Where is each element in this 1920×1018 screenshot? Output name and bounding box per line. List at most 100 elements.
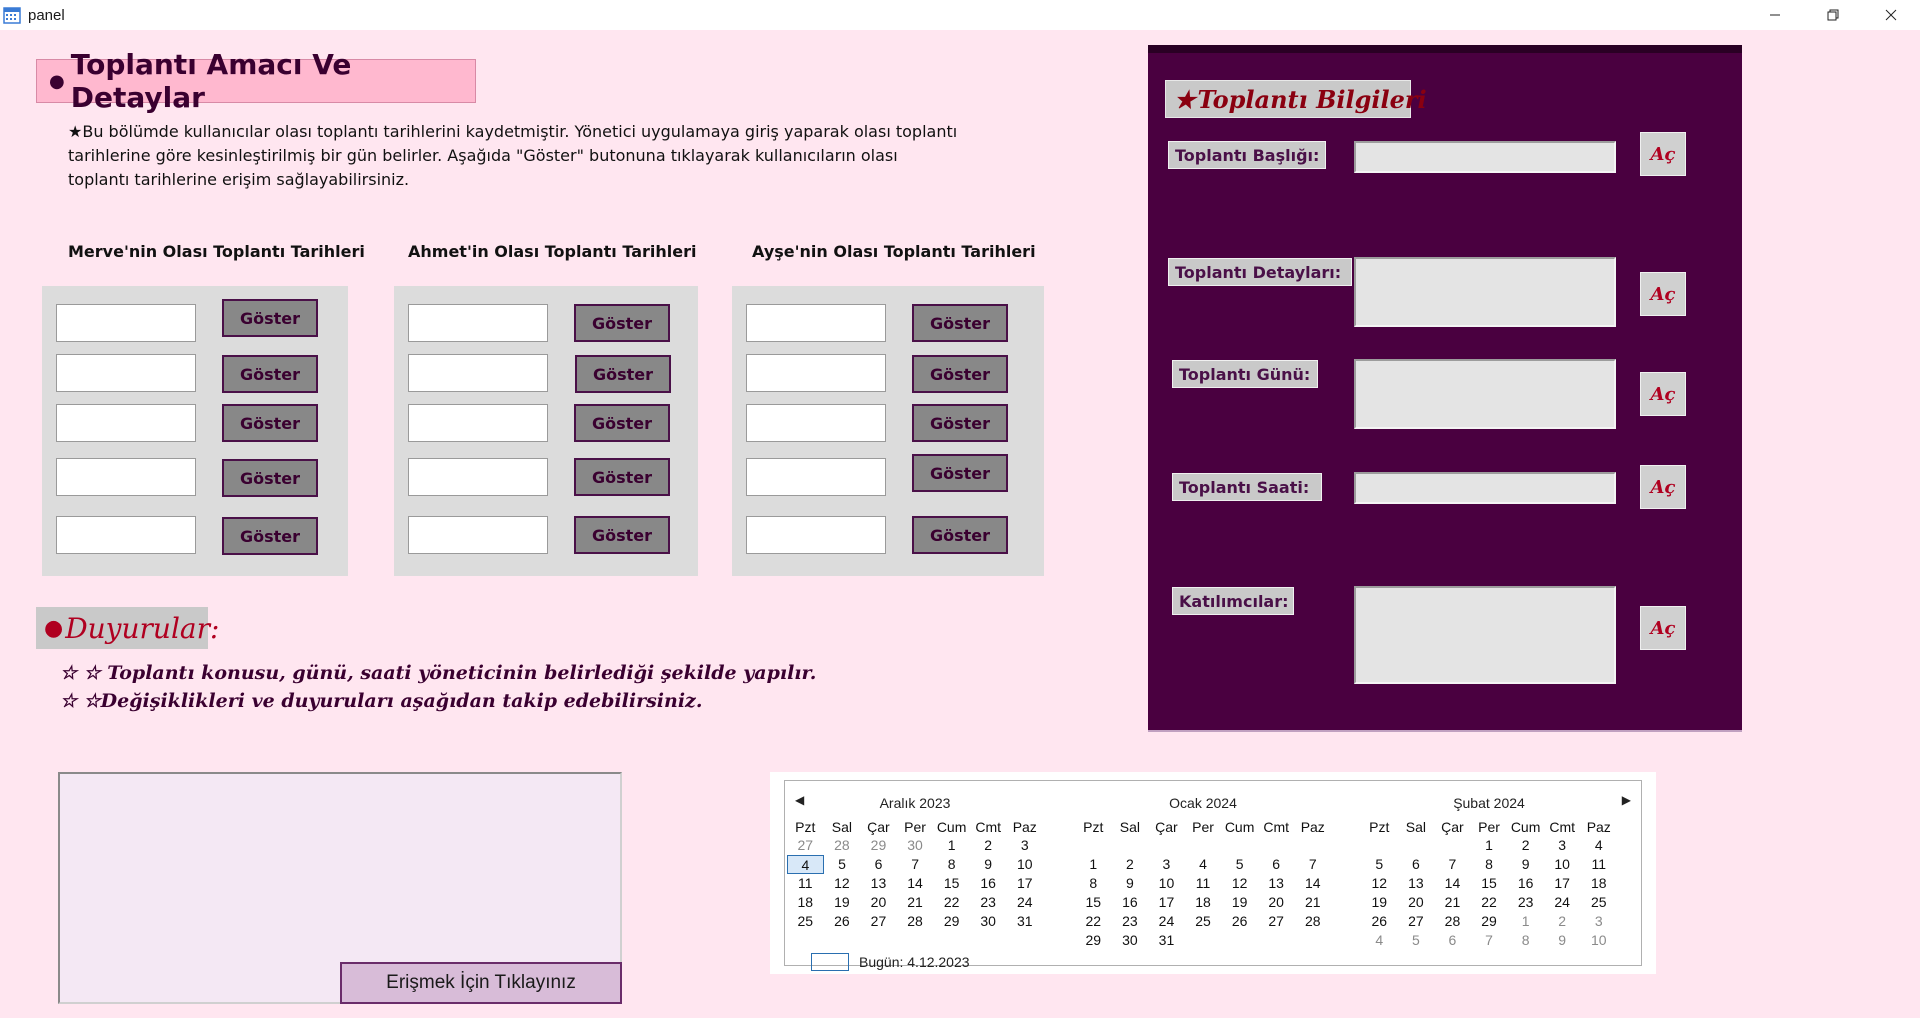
calendar-day[interactable]: 3 (1544, 836, 1581, 855)
month-title[interactable]: Şubat 2024 (1361, 795, 1617, 811)
ayse-show-button[interactable]: Göster (912, 404, 1008, 442)
calendar-day[interactable]: 27 (787, 836, 824, 855)
calendar-day[interactable]: 17 (1006, 874, 1043, 893)
calendar-day[interactable]: 16 (1112, 893, 1149, 912)
month-title[interactable]: Aralık 2023 (787, 795, 1043, 811)
ayse-show-button[interactable]: Göster (912, 516, 1008, 554)
open-meeting-time-button[interactable]: Aç (1640, 465, 1686, 509)
merve-date-input[interactable] (56, 404, 196, 442)
calendar-day[interactable]: 16 (1507, 874, 1544, 893)
ayse-date-input[interactable] (746, 516, 886, 554)
calendar-day[interactable]: 11 (787, 874, 824, 893)
calendar-day[interactable]: 10 (1148, 874, 1185, 893)
calendar-day[interactable]: 15 (1075, 893, 1112, 912)
calendar-day[interactable]: 19 (1361, 893, 1398, 912)
calendar-day[interactable]: 23 (1112, 912, 1149, 931)
calendar-day[interactable]: 22 (1471, 893, 1508, 912)
merve-show-button[interactable]: Göster (222, 299, 318, 337)
calendar-day[interactable]: 5 (1361, 855, 1398, 874)
calendar-day[interactable]: 1 (1507, 912, 1544, 931)
ahmet-date-input[interactable] (408, 304, 548, 342)
calendar-day[interactable]: 9 (1544, 931, 1581, 950)
calendar-day[interactable]: 30 (1112, 931, 1149, 950)
calendar-day[interactable]: 5 (1398, 931, 1435, 950)
open-meeting-details-button[interactable]: Aç (1640, 272, 1686, 316)
calendar-day[interactable]: 14 (1434, 874, 1471, 893)
calendar-day[interactable]: 21 (1434, 893, 1471, 912)
merve-show-button[interactable]: Göster (222, 355, 318, 393)
calendar-day[interactable]: 19 (1221, 893, 1258, 912)
open-meeting-day-button[interactable]: Aç (1640, 372, 1686, 416)
calendar-day[interactable]: 2 (1544, 912, 1581, 931)
meeting-time-field[interactable] (1354, 472, 1616, 504)
calendar-day[interactable]: 31 (1148, 931, 1185, 950)
calendar-day[interactable]: 1 (1471, 836, 1508, 855)
calendar-day[interactable]: 22 (933, 893, 970, 912)
calendar-day[interactable]: 9 (1112, 874, 1149, 893)
calendar-day[interactable]: 26 (824, 912, 861, 931)
calendar-day[interactable]: 20 (860, 893, 897, 912)
calendar-day[interactable]: 2 (970, 836, 1007, 855)
merve-show-button[interactable]: Göster (222, 404, 318, 442)
calendar-day[interactable]: 21 (1294, 893, 1331, 912)
calendar-day[interactable]: 1 (933, 836, 970, 855)
ayse-date-input[interactable] (746, 354, 886, 392)
merve-date-input[interactable] (56, 354, 196, 392)
ahmet-show-button[interactable]: Göster (575, 355, 671, 393)
month-calendar[interactable]: ◀ ▶ Aralık 2023 Ocak 2024 Şubat 2024 Pzt… (770, 772, 1656, 974)
calendar-day[interactable]: 22 (1075, 912, 1112, 931)
calendar-day[interactable]: 8 (1075, 874, 1112, 893)
calendar-day[interactable]: 7 (1471, 931, 1508, 950)
calendar-day[interactable]: 7 (1294, 855, 1331, 874)
calendar-day[interactable]: 26 (1221, 912, 1258, 931)
merve-date-input[interactable] (56, 304, 196, 342)
calendar-day[interactable]: 10 (1006, 855, 1043, 874)
calendar-day[interactable]: 25 (1185, 912, 1222, 931)
merve-date-input[interactable] (56, 516, 196, 554)
calendar-day[interactable]: 27 (860, 912, 897, 931)
merve-show-button[interactable]: Göster (222, 517, 318, 555)
calendar-day[interactable]: 3 (1148, 855, 1185, 874)
calendar-day[interactable]: 31 (1006, 912, 1043, 931)
calendar-day[interactable]: 18 (1580, 874, 1617, 893)
merve-show-button[interactable]: Göster (222, 459, 318, 497)
calendar-day[interactable]: 19 (824, 893, 861, 912)
calendar-day[interactable]: 17 (1544, 874, 1581, 893)
close-button[interactable] (1862, 0, 1920, 30)
calendar-day[interactable]: 20 (1258, 893, 1295, 912)
calendar-day[interactable]: 7 (1434, 855, 1471, 874)
calendar-day[interactable]: 15 (1471, 874, 1508, 893)
calendar-day[interactable]: 16 (970, 874, 1007, 893)
open-participants-button[interactable]: Aç (1640, 606, 1686, 650)
calendar-day[interactable]: 8 (1507, 931, 1544, 950)
ahmet-show-button[interactable]: Göster (574, 516, 670, 554)
ahmet-date-input[interactable] (408, 404, 548, 442)
calendar-day[interactable]: 29 (860, 836, 897, 855)
calendar-day[interactable]: 2 (1507, 836, 1544, 855)
minimize-button[interactable] (1746, 0, 1804, 30)
ayse-show-button[interactable]: Göster (912, 304, 1008, 342)
ayse-show-button[interactable]: Göster (912, 355, 1008, 393)
calendar-day[interactable]: 4 (1580, 836, 1617, 855)
calendar-day[interactable]: 29 (1075, 931, 1112, 950)
calendar-day[interactable]: 13 (860, 874, 897, 893)
calendar-day[interactable]: 11 (1580, 855, 1617, 874)
calendar-day[interactable]: 21 (897, 893, 934, 912)
calendar-day[interactable]: 18 (787, 893, 824, 912)
calendar-day[interactable]: 15 (933, 874, 970, 893)
calendar-day[interactable]: 24 (1148, 912, 1185, 931)
ahmet-show-button[interactable]: Göster (574, 458, 670, 496)
calendar-day[interactable]: 30 (970, 912, 1007, 931)
calendar-day[interactable]: 2 (1112, 855, 1149, 874)
ahmet-show-button[interactable]: Göster (574, 304, 670, 342)
calendar-day[interactable]: 8 (933, 855, 970, 874)
calendar-day[interactable]: 5 (1221, 855, 1258, 874)
calendar-day[interactable]: 28 (1294, 912, 1331, 931)
calendar-day[interactable]: 25 (787, 912, 824, 931)
calendar-day[interactable]: 9 (1507, 855, 1544, 874)
calendar-day[interactable]: 23 (1507, 893, 1544, 912)
calendar-day[interactable]: 10 (1580, 931, 1617, 950)
merve-date-input[interactable] (56, 458, 196, 496)
calendar-day[interactable]: 13 (1398, 874, 1435, 893)
calendar-day[interactable]: 6 (1434, 931, 1471, 950)
